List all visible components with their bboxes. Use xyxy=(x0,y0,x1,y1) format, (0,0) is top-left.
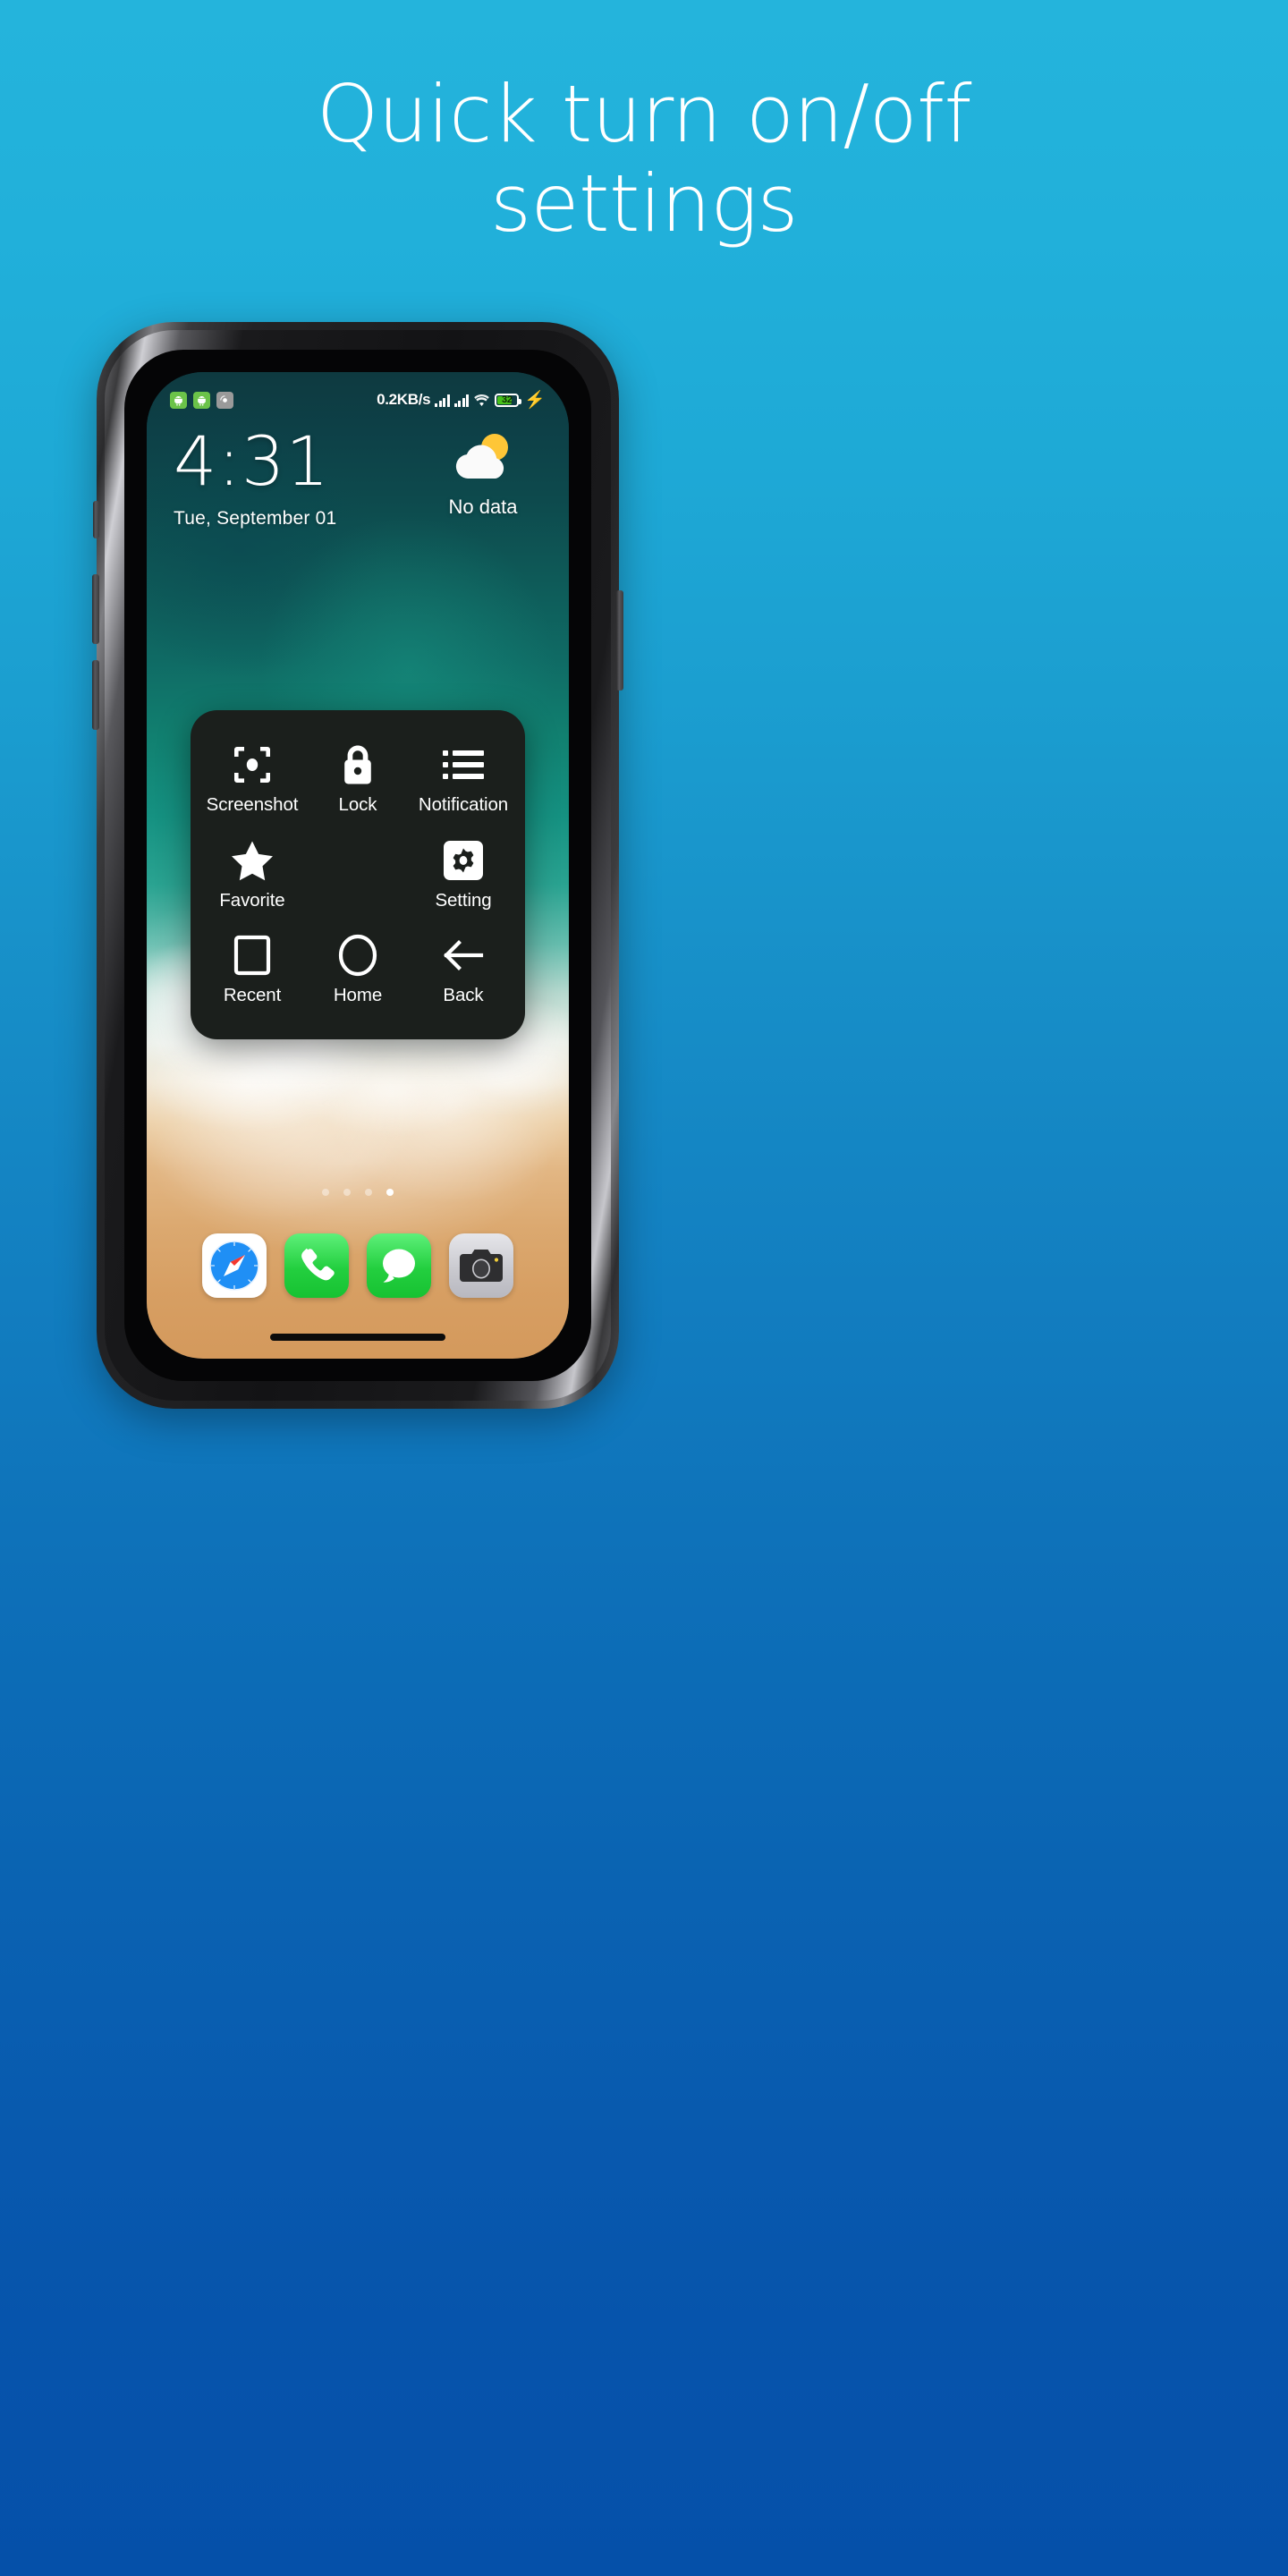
power-button[interactable] xyxy=(616,590,623,691)
panel-item-setting[interactable]: Setting xyxy=(411,829,516,925)
panel-item-lock[interactable]: Lock xyxy=(305,733,411,829)
circle-icon xyxy=(335,933,380,978)
status-bar-right: 0.2KB/s 32 ⚡ xyxy=(377,391,546,409)
battery-level-label: 32 xyxy=(502,394,513,405)
page-title: Quick turn on/off settings xyxy=(0,68,1288,250)
phone-screen: 0.2KB/s 32 ⚡ 4:31 Tue, September 01 No d… xyxy=(147,372,569,1359)
page-indicator-dots xyxy=(147,1189,569,1196)
dock-icon-safari[interactable] xyxy=(202,1233,267,1298)
status-bar-left xyxy=(170,391,233,409)
panel-item-notification[interactable]: Notification xyxy=(411,733,516,829)
phone-inner-bezel: 0.2KB/s 32 ⚡ 4:31 Tue, September 01 No d… xyxy=(105,330,611,1401)
panel-item-recent[interactable]: Recent xyxy=(199,924,305,1020)
headline-line-2: settings xyxy=(490,157,798,250)
dock-icon-camera[interactable] xyxy=(449,1233,513,1298)
headline-line-1: Quick turn on/off xyxy=(316,68,972,160)
weather-label: No data xyxy=(448,496,518,518)
panel-item-label: Home xyxy=(333,985,383,1005)
signal-bars-icon xyxy=(435,394,450,407)
touch-gesture-icon xyxy=(216,391,233,409)
page-dot[interactable] xyxy=(343,1189,351,1196)
screenshot-icon xyxy=(230,742,275,787)
panel-row: Favorite Setting xyxy=(199,829,516,925)
weather-widget[interactable]: No data xyxy=(428,429,538,519)
lockscreen-clock-widget: 4:31 Tue, September 01 xyxy=(174,428,336,530)
page-dot[interactable] xyxy=(365,1189,372,1196)
lock-icon xyxy=(335,742,380,787)
star-icon xyxy=(230,838,275,883)
battery-icon: 32 xyxy=(495,393,521,407)
panel-item-favorite[interactable]: Favorite xyxy=(199,829,305,925)
network-speed-label: 0.2KB/s xyxy=(377,391,431,408)
notification-icon xyxy=(441,742,486,787)
charging-bolt-icon: ⚡ xyxy=(524,390,546,410)
wifi-icon xyxy=(474,394,490,406)
android-app-badge-icon xyxy=(170,391,187,409)
gear-icon xyxy=(441,838,486,883)
sun-behind-cloud-icon xyxy=(455,434,508,479)
panel-item-label: Favorite xyxy=(219,889,285,911)
phone-black-bezel: 0.2KB/s 32 ⚡ 4:31 Tue, September 01 No d… xyxy=(124,350,591,1381)
dock-icon-messages[interactable] xyxy=(367,1233,431,1298)
volume-up-button[interactable] xyxy=(92,574,99,644)
promo-screenshot-page: Quick turn on/off settings 0.2KB/s 32 ⚡ … xyxy=(0,0,1288,2576)
panel-item-label: Lock xyxy=(338,794,377,815)
volume-down-button[interactable] xyxy=(92,660,99,730)
panel-item-label: Recent xyxy=(223,985,282,1005)
android-app-badge-icon xyxy=(193,391,210,409)
wallpaper-foam-layer-2 xyxy=(147,1022,569,1142)
panel-item-screenshot[interactable]: Screenshot xyxy=(199,733,305,829)
panel-item-label: Notification xyxy=(418,794,509,815)
panel-item-label: Screenshot xyxy=(206,794,299,815)
phone-device-frame: 0.2KB/s 32 ⚡ 4:31 Tue, September 01 No d… xyxy=(92,322,623,1409)
square-icon xyxy=(230,933,275,978)
clock-date: Tue, September 01 xyxy=(174,508,337,529)
page-dot-active[interactable] xyxy=(386,1189,394,1196)
dock xyxy=(147,1233,569,1298)
signal-bars-icon xyxy=(453,394,470,407)
panel-row: Recent Home Back xyxy=(199,924,516,1020)
clock-time: 4:31 xyxy=(174,421,330,501)
home-indicator-bar[interactable] xyxy=(270,1334,445,1341)
mute-switch-button[interactable] xyxy=(93,501,99,538)
panel-item-label: Back xyxy=(443,985,484,1005)
panel-item-label: Setting xyxy=(435,889,492,911)
panel-row: Screenshot Lock Notification xyxy=(199,733,516,829)
arrow-left-icon xyxy=(441,933,486,978)
panel-item-back[interactable]: Back xyxy=(411,924,516,1020)
panel-item-home[interactable]: Home xyxy=(305,924,411,1020)
page-dot[interactable] xyxy=(322,1189,329,1196)
status-bar: 0.2KB/s 32 ⚡ xyxy=(147,386,569,413)
dock-icon-phone[interactable] xyxy=(284,1233,349,1298)
assistive-touch-panel: Screenshot Lock Notification Favorite Se… xyxy=(191,710,525,1039)
